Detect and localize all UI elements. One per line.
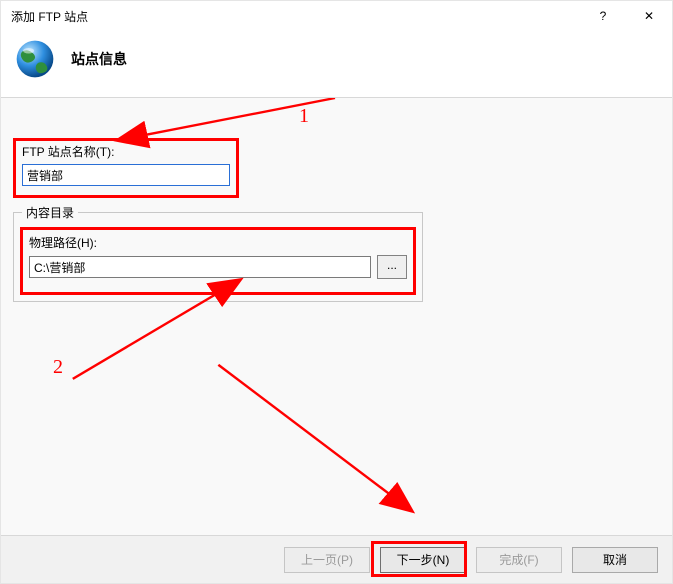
annotation-number-1: 1 [299,105,309,128]
help-icon: ? [600,9,607,23]
content-directory-inner: 物理路径(H): ... [20,227,416,295]
help-button[interactable]: ? [580,1,626,31]
site-name-label: FTP 站点名称(T): [22,143,230,160]
titlebar: 添加 FTP 站点 ? ✕ [1,1,672,31]
globe-icon [13,37,57,81]
close-icon: ✕ [644,9,654,23]
browse-button[interactable]: ... [377,255,407,279]
previous-button: 上一页(P) [284,547,370,573]
dialog-window: 添加 FTP 站点 ? ✕ 站点信息 FTP 站点名称(T): [0,0,673,584]
dialog-footer: 上一页(P) 下一步(N) 完成(F) 取消 [1,535,672,583]
physical-path-label: 物理路径(H): [29,234,407,251]
next-button[interactable]: 下一步(N) [380,547,466,573]
finish-button: 完成(F) [476,547,562,573]
site-name-group: FTP 站点名称(T): [13,138,239,198]
content-directory-fieldset: 内容目录 物理路径(H): ... [13,212,423,302]
content-directory-legend: 内容目录 [22,204,78,221]
physical-path-input[interactable] [29,256,371,278]
annotation-number-2: 2 [53,356,63,379]
close-button[interactable]: ✕ [626,1,672,31]
cancel-button[interactable]: 取消 [572,547,658,573]
dialog-header: 站点信息 [1,31,672,97]
dialog-body: FTP 站点名称(T): 内容目录 物理路径(H): ... 1 2 [1,98,672,538]
physical-path-row: ... [29,255,407,279]
site-name-input[interactable] [22,164,230,186]
dialog-title: 添加 FTP 站点 [11,8,580,25]
page-title: 站点信息 [71,49,127,69]
